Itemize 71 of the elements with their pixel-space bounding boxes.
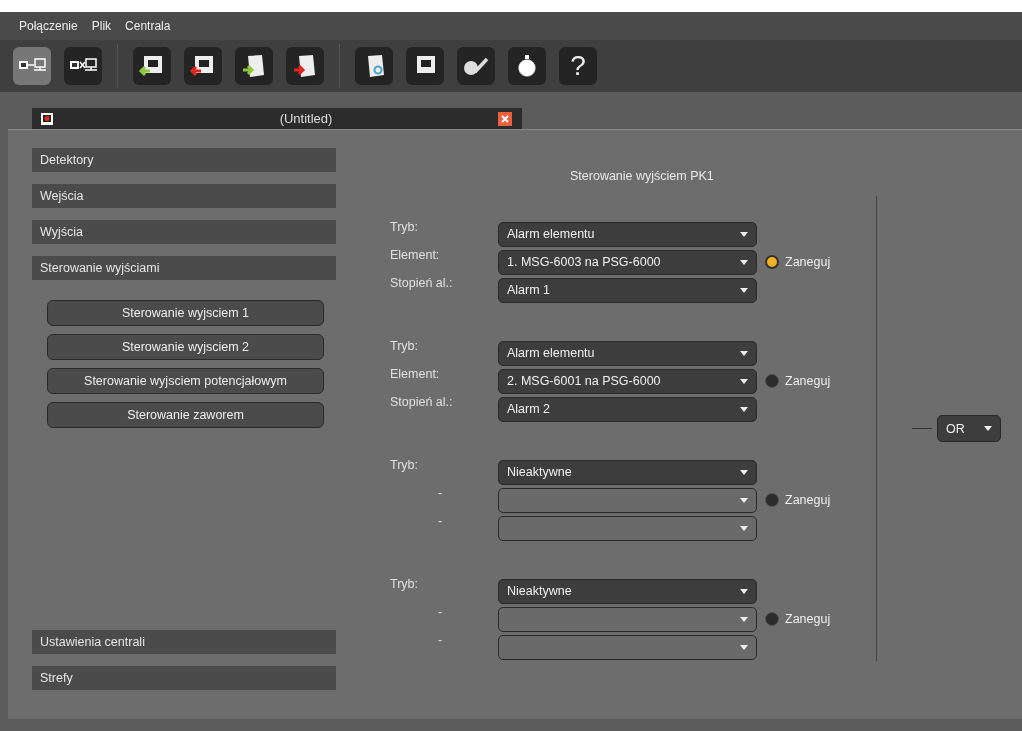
- field-label: Element:: [390, 367, 441, 381]
- caret-icon: [740, 644, 748, 650]
- sidebar-item[interactable]: Wyjścia: [32, 220, 336, 244]
- dropdown[interactable]: Alarm elementu: [498, 221, 757, 247]
- toolbar-button[interactable]: [457, 47, 495, 85]
- toolbar-button[interactable]: [508, 47, 546, 85]
- dropdown[interactable]: Nieaktywne: [498, 459, 757, 485]
- field-label: -: [437, 605, 444, 619]
- caret-icon: [740, 231, 748, 237]
- close-icon[interactable]: [498, 111, 512, 126]
- caret-icon: [740, 525, 748, 531]
- toolbar-button[interactable]: [13, 47, 51, 85]
- sidebar-button[interactable]: Sterowanie zaworem: [47, 402, 324, 428]
- caret-icon: [740, 616, 748, 622]
- toolbar-button[interactable]: [286, 47, 324, 85]
- field-label: Element:: [390, 248, 441, 262]
- field-label: Tryb:: [390, 339, 419, 353]
- caret-icon: [740, 287, 748, 293]
- radio-button[interactable]: [765, 493, 779, 507]
- toolbar-button[interactable]: ?: [559, 47, 597, 85]
- menu-item[interactable]: Centrala: [125, 19, 171, 33]
- menu-item[interactable]: Plik: [91, 19, 112, 33]
- sidebar-button[interactable]: Sterowanie wyjsciem 2: [47, 334, 324, 360]
- screen-icon: [40, 111, 54, 126]
- radio-label: Zaneguj: [785, 612, 831, 626]
- field-label: -: [437, 486, 444, 500]
- dropdown[interactable]: 1. MSG-6003 na PSG-6000: [498, 249, 757, 275]
- field-label: Tryb:: [390, 220, 419, 234]
- dropdown[interactable]: 2. MSG-6001 na PSG-6000: [498, 368, 757, 394]
- toolbar-button[interactable]: [355, 47, 393, 85]
- sidebar-item[interactable]: Strefy: [32, 666, 336, 690]
- caret-icon: [740, 588, 748, 594]
- caret-icon: [740, 259, 748, 265]
- toolbar-button[interactable]: [64, 47, 102, 85]
- caret-icon: [740, 378, 748, 384]
- sidebar-button[interactable]: Sterowanie wyjsciem potencjałowym: [47, 368, 324, 394]
- menu-item[interactable]: Połączenie: [19, 19, 78, 33]
- caret-icon: [740, 350, 748, 356]
- toolbar-button[interactable]: [406, 47, 444, 85]
- field-label: Tryb:: [390, 577, 419, 591]
- document-title: (Untitled): [278, 111, 334, 126]
- toolbar-button[interactable]: [133, 47, 171, 85]
- sidebar-item[interactable]: Ustawienia centrali: [32, 630, 336, 654]
- dropdown[interactable]: Nieaktywne: [498, 578, 757, 604]
- radio-label: Zaneguj: [785, 374, 831, 388]
- sidebar-item[interactable]: Wejścia: [32, 184, 336, 208]
- dropdown[interactable]: Alarm 2: [498, 396, 757, 422]
- radio-label: Zaneguj: [785, 255, 831, 269]
- caret-icon: [740, 469, 748, 475]
- sidebar-item[interactable]: Detektory: [32, 148, 336, 172]
- toolbar-button[interactable]: [235, 47, 273, 85]
- dropdown[interactable]: Alarm elementu: [498, 340, 757, 366]
- caret-icon: [740, 497, 748, 503]
- field-label: -: [437, 633, 444, 647]
- field-label: Tryb:: [390, 458, 419, 472]
- toolbar-button[interactable]: [184, 47, 222, 85]
- field-label: Stopień al.:: [390, 276, 454, 290]
- dropdown[interactable]: OR: [937, 415, 1001, 442]
- caret-icon: [740, 406, 748, 412]
- radio-button[interactable]: [765, 255, 779, 269]
- caret-icon: [984, 426, 992, 431]
- field-label: Stopień al.:: [390, 395, 454, 409]
- sidebar-button[interactable]: Sterowanie wyjsciem 1: [47, 300, 324, 326]
- sidebar-item[interactable]: Sterowanie wyjściami: [32, 256, 336, 280]
- field-label: -: [437, 514, 444, 528]
- radio-button[interactable]: [765, 612, 779, 626]
- radio-label: Zaneguj: [785, 493, 831, 507]
- radio-button[interactable]: [765, 374, 779, 388]
- form-title: Sterowanie wyjściem PK1: [569, 168, 715, 184]
- dropdown[interactable]: Alarm 1: [498, 277, 757, 303]
- document-tab[interactable]: (Untitled): [32, 108, 522, 129]
